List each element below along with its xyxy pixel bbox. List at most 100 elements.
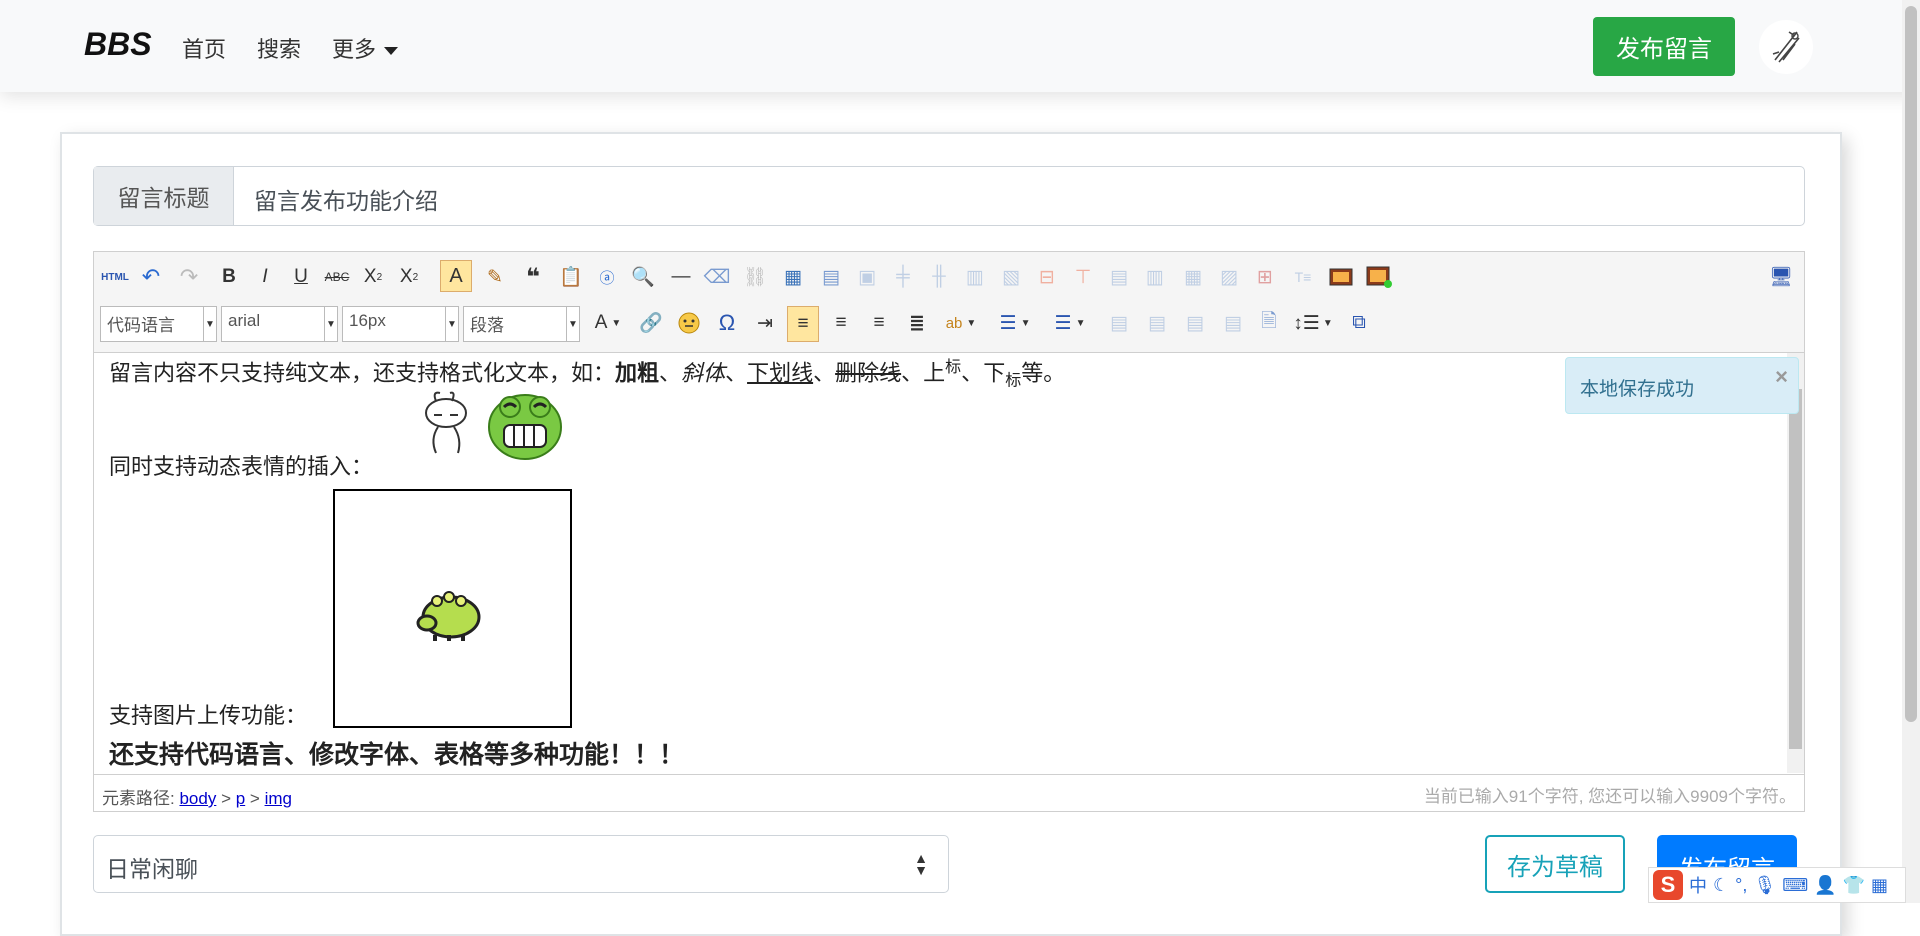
code-language-select[interactable]: 代码语言 ▼ [100,306,217,342]
insert-column-icon[interactable]: ╫ [924,262,954,292]
nav-more-dropdown[interactable]: 更多 [332,32,399,64]
table-title-icon[interactable]: T≡ [1288,262,1318,292]
align-center-icon[interactable]: ≡ [864,308,894,338]
emoticon-frog-icon[interactable] [486,389,564,461]
unlink-icon[interactable]: ⛓ [740,262,770,292]
image-gallery-icon[interactable] [1364,262,1394,292]
font-size-select[interactable]: 16px ▼ [342,306,459,342]
navbar-publish-button[interactable]: 发布留言 [1593,17,1735,76]
paste-plain-icon[interactable]: 📋 [556,262,586,292]
ime-mode-label[interactable]: 中 [1689,872,1707,898]
grid-menu-icon[interactable]: ▦ [1871,875,1888,896]
image-center-icon[interactable]: ▤ [1218,308,1248,338]
format-brush-icon[interactable]: ✎ [480,262,510,292]
nav-search-link[interactable]: 搜索 [257,32,301,64]
template-icon[interactable]: ⧉ [1344,308,1374,338]
content-line-3: 支持图片上传功能： [109,704,308,729]
dinosaur-image [416,591,481,641]
brand-logo[interactable]: BBS [84,26,152,63]
page-scrollbar[interactable] [1902,0,1920,903]
font-border-icon[interactable]: A [440,260,472,292]
emoticon-rabbit-icon[interactable] [416,391,478,459]
element-path-label: 元素路径: [102,789,175,808]
title-label: 留言标题 [94,167,234,225]
merge-cells-icon[interactable]: ▣ [852,262,882,292]
merge-right-icon[interactable]: ▥ [960,262,990,292]
editor-scrollbar[interactable] [1787,353,1804,773]
subscript-icon[interactable]: X2 [358,262,388,292]
select-arrow-icon: ▼ [566,307,579,341]
html-source-icon[interactable]: HTML [100,262,130,292]
ime-logo-icon[interactable]: S [1653,870,1683,900]
bold-icon[interactable]: B [214,262,244,292]
italic-icon[interactable]: I [250,262,280,292]
editor-content[interactable]: 留言内容不只支持纯文本，还支持格式化文本，如：加粗、斜体、下划线、删除线、上标、… [94,353,1786,773]
align-right-icon[interactable]: ≡ [826,308,856,338]
indent-icon[interactable]: ⇥ [750,308,780,338]
highlight-color-icon[interactable]: ab ▼ [940,308,982,338]
underline-icon[interactable]: U [286,262,316,292]
redo-icon[interactable]: ↷ [174,262,204,292]
fullscreen-icon[interactable]: 🖥 [1766,262,1796,292]
punctuation-icon[interactable]: °, [1735,875,1747,896]
align-left-icon[interactable]: ≡ [787,306,819,342]
image-right-icon[interactable]: ▤ [1142,308,1172,338]
toast-close-icon[interactable]: × [1775,364,1788,390]
insert-table-icon[interactable]: ▦ [778,262,808,292]
superscript-icon[interactable]: X2 [394,262,424,292]
undo-icon[interactable]: ↶ [136,262,166,292]
save-draft-button[interactable]: 存为草稿 [1485,835,1625,893]
split-columns-icon[interactable]: ▦ [1178,262,1208,292]
delete-table-icon[interactable]: ▤ [816,262,846,292]
link-icon[interactable]: 🔗 [636,308,666,338]
uploaded-image[interactable] [333,489,572,728]
insert-row-icon[interactable]: ╪ [888,262,918,292]
emotion-icon[interactable] [674,308,704,338]
font-color-icon[interactable]: A ▼ [588,308,628,338]
paragraph-select[interactable]: 段落 ▼ [463,306,580,342]
path-img-link[interactable]: img [265,789,292,808]
page-scrollbar-thumb[interactable] [1905,6,1917,722]
font-family-select[interactable]: arial ▼ [221,306,338,342]
search-replace-icon[interactable]: 🔍 [628,262,658,292]
editor-scrollbar-thumb[interactable] [1789,389,1802,749]
user-icon[interactable]: 👤 [1814,875,1836,896]
split-cells-icon[interactable]: ▤ [1104,262,1134,292]
image-none-icon[interactable]: ▤ [1180,308,1210,338]
delete-row-icon[interactable]: ⊟ [1032,262,1062,292]
path-body-link[interactable]: body [179,789,216,808]
strikethrough-icon[interactable]: ABC [322,262,352,292]
microphone-icon[interactable]: 🎙 [1753,875,1776,896]
category-select[interactable]: 日常闲聊 ▲ ▼ [93,835,949,893]
sub-text: 标 [1005,370,1022,390]
path-p-link[interactable]: p [236,789,245,808]
delete-column-icon[interactable]: ⊤ [1068,262,1098,292]
select-all-icon[interactable]: ⓐ [592,262,622,292]
nav-home-link[interactable]: 首页 [182,32,226,64]
blockquote-icon[interactable]: ❝ [518,262,548,292]
user-avatar[interactable] [1759,20,1813,74]
title-input-group: 留言标题 留言发布功能介绍 [93,166,1805,226]
insert-title-icon[interactable]: ⊞ [1250,262,1280,292]
skin-icon[interactable]: 👕 [1843,875,1865,896]
editor-statusbar: 元素路径: body > p > img 当前已输入91个字符, 您还可以输入9… [94,774,1804,811]
word-image-icon[interactable]: 🗎 [1254,308,1284,338]
align-justify-icon[interactable]: ≣ [902,308,932,338]
moon-icon[interactable]: ☾ [1713,875,1729,896]
title-input[interactable]: 留言发布功能介绍 [254,182,438,216]
image-left-icon[interactable]: ▤ [1104,308,1134,338]
ordered-list-icon[interactable]: ☰ ▼ [994,308,1036,338]
italic-text: 斜体 [681,361,726,387]
split-rows-icon[interactable]: ▥ [1140,262,1170,292]
unordered-list-icon[interactable]: ☰ ▼ [1049,308,1091,338]
code-language-value: 代码语言 [107,316,175,335]
ime-toolbar[interactable]: S 中 ☾ °, 🎙 ⌨ 👤 👕 ▦ [1648,867,1906,903]
keyboard-icon[interactable]: ⌨ [1782,875,1808,896]
eraser-icon[interactable]: ⌫ [702,262,732,292]
special-chars-icon[interactable]: Ω [712,308,742,338]
insert-image-icon[interactable] [1326,262,1356,292]
horizontal-rule-icon[interactable]: — [666,262,696,292]
line-height-icon[interactable]: ↕☰ ▼ [1292,308,1334,338]
merge-down-icon[interactable]: ▧ [996,262,1026,292]
table-props-icon[interactable]: ▨ [1214,262,1244,292]
